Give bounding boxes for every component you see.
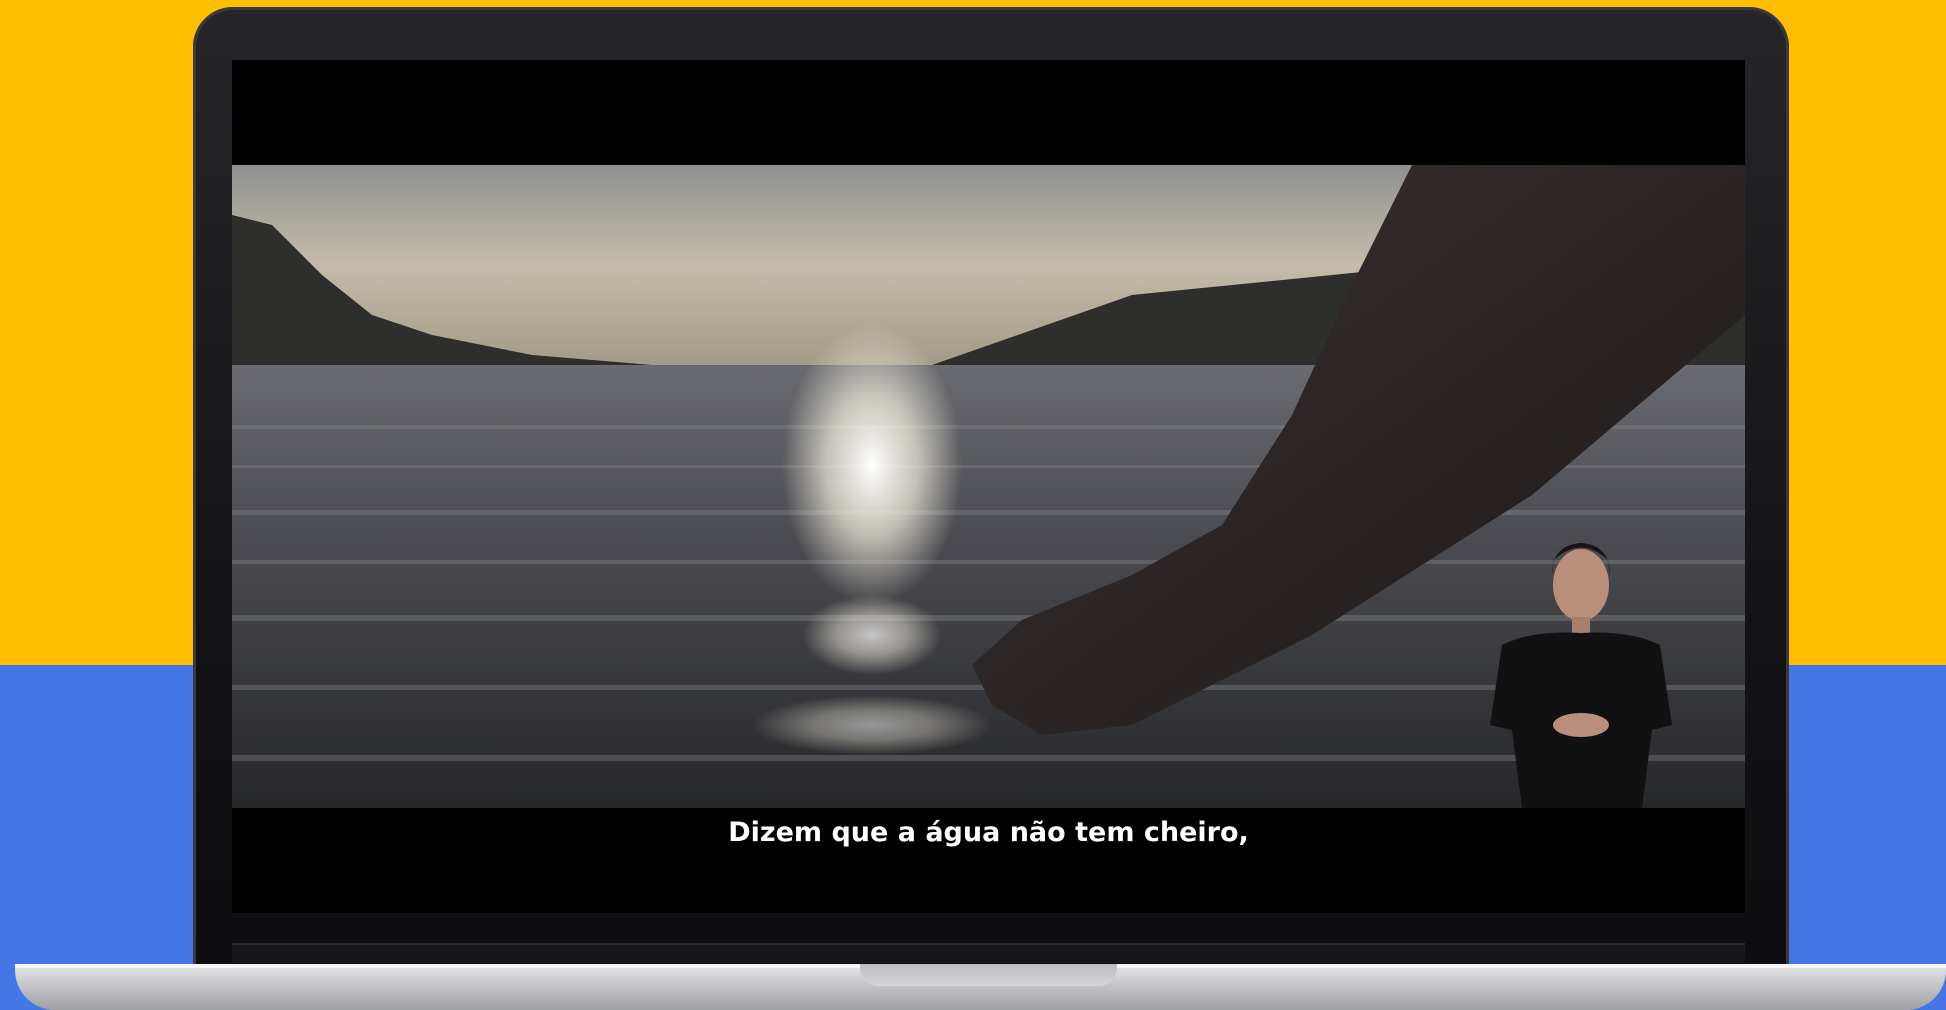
video-player[interactable]: Dizem que a água não tem cheiro,	[232, 60, 1745, 913]
video-subtitle: Dizem que a água não tem cheiro,	[728, 817, 1249, 848]
laptop-hinge	[232, 943, 1745, 963]
laptop-notch	[860, 964, 1117, 986]
video-frame[interactable]	[232, 165, 1745, 808]
video-scene-image	[232, 165, 1745, 808]
